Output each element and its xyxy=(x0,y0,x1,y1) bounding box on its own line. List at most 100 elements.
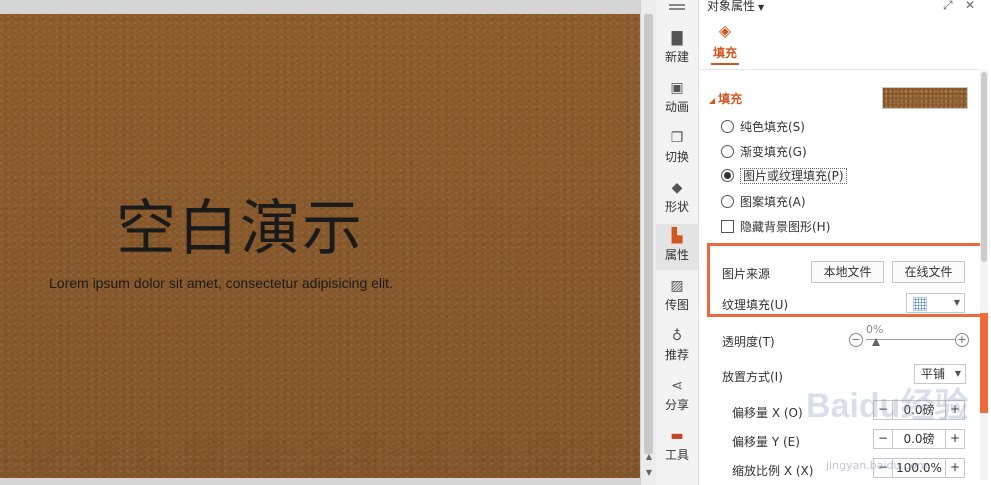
checkbox-hide-background[interactable]: 隐藏背景图形(H) xyxy=(721,218,830,235)
radio-label: 纯色填充(S) xyxy=(740,120,805,134)
radio-label: 渐变填充(G) xyxy=(740,145,807,159)
online-file-button[interactable]: 在线文件 xyxy=(892,261,965,283)
properties-icon: ▙ xyxy=(671,228,683,244)
scroll-down-arrow-icon[interactable]: ▼ xyxy=(641,468,657,477)
image-source-label: 图片来源 xyxy=(722,267,771,281)
toolbar-item-recommend[interactable]: ♁ 推荐 xyxy=(656,324,698,370)
panel-title-dropdown[interactable]: 对象属性 ▼ xyxy=(707,0,764,14)
placement-value: 平铺 xyxy=(921,367,946,381)
paint-bucket-icon: ◈ xyxy=(718,21,732,40)
panel-title: 对象属性 xyxy=(707,0,756,13)
fill-preview-swatch[interactable] xyxy=(882,87,968,109)
toolbox-icon: ▬ xyxy=(670,428,684,444)
highlight-annotation-edge xyxy=(980,313,988,413)
offset-y-value[interactable]: 0.0磅 xyxy=(894,430,944,448)
chevron-down-icon: ▼ xyxy=(953,298,960,307)
radio-button[interactable] xyxy=(721,195,734,208)
local-file-button[interactable]: 本地文件 xyxy=(811,261,884,283)
shape-icon: ◆ xyxy=(671,180,683,196)
radio-label: 图片或纹理填充(P) xyxy=(740,168,847,184)
texture-fill-dropdown[interactable]: ▼ xyxy=(906,293,965,313)
object-properties-panel: 对象属性 ▼ ⤢ ✕ ◈ 填充 ◢ 填充 纯色填充(S) 渐变填充(G) 图片或纹理… xyxy=(699,0,991,485)
transparency-label: 透明度(T) xyxy=(722,335,775,349)
panel-scrollbar[interactable] xyxy=(980,70,988,480)
close-icon[interactable]: ✕ xyxy=(965,0,975,12)
offset-x-value[interactable]: 0.0磅 xyxy=(894,401,944,419)
radio-picture-texture-fill[interactable]: 图片或纹理填充(P) xyxy=(721,167,847,184)
divider xyxy=(699,69,979,70)
texture-fill-label: 纹理填充(U) xyxy=(722,298,789,312)
toolbar-item-animation[interactable]: ▣ 动画 xyxy=(656,76,698,122)
scale-x-value[interactable]: 100.0% xyxy=(894,459,944,477)
slide-subtitle[interactable]: Lorem ipsum dolor sit amet, consectetur … xyxy=(49,275,393,291)
decrement-button[interactable]: − xyxy=(874,430,893,448)
transparency-value: 0% xyxy=(866,323,884,336)
toolbar-item-properties[interactable]: ▙ 属性 xyxy=(656,224,698,270)
placement-label: 放置方式(I) xyxy=(722,370,783,384)
slide-title[interactable]: 空白演示 xyxy=(116,180,364,267)
placement-dropdown[interactable]: 平铺 ▼ xyxy=(914,364,966,384)
chevron-down-icon: ▼ xyxy=(758,3,765,12)
scale-x-stepper[interactable]: − 100.0% + xyxy=(873,458,965,478)
radio-pattern-fill[interactable]: 图案填充(A) xyxy=(721,193,806,210)
plus-circle-icon[interactable]: + xyxy=(955,333,969,347)
slide[interactable]: 空白演示 Lorem ipsum dolor sit amet, consect… xyxy=(0,14,640,478)
toolbar-item-transition[interactable]: ❐ 切换 xyxy=(656,126,698,172)
toolbar-label: 工具 xyxy=(664,448,689,462)
side-toolbar: ▇ 新建 ▣ 动画 ❐ 切换 ◆ 形状 ▙ 属性 ▨ 传图 ♁ 推荐 ⋖ 分享 … xyxy=(656,0,699,485)
toolbar-item-new[interactable]: ▇ 新建 xyxy=(656,26,698,72)
offset-x-label: 偏移量 X (O) xyxy=(732,406,803,420)
collapse-triangle-icon: ◢ xyxy=(709,96,716,105)
canvas-scrollbar-thumb[interactable] xyxy=(644,14,653,454)
offset-y-label: 偏移量 Y (E) xyxy=(732,435,800,449)
panel-scrollbar-thumb[interactable] xyxy=(981,72,987,262)
toolbar-collapse-icon[interactable] xyxy=(669,4,685,6)
toolbar-item-tools[interactable]: ▬ 工具 xyxy=(656,424,698,470)
slide-canvas-area: 空白演示 Lorem ipsum dolor sit amet, consect… xyxy=(0,0,640,485)
toolbar-label: 推荐 xyxy=(664,348,689,362)
scroll-up-arrow-icon[interactable]: ▲ xyxy=(641,452,657,461)
radio-gradient-fill[interactable]: 渐变填充(G) xyxy=(721,143,807,160)
decrement-button[interactable]: − xyxy=(874,401,893,419)
toolbar-label: 形状 xyxy=(664,200,689,214)
scale-x-label: 缩放比例 X (X) xyxy=(732,464,814,478)
new-file-icon: ▇ xyxy=(671,30,683,46)
tab-fill-label: 填充 xyxy=(712,46,737,60)
texture-pattern-icon xyxy=(913,297,927,311)
transition-icon: ❐ xyxy=(670,130,684,146)
toolbar-item-shape[interactable]: ◆ 形状 xyxy=(656,176,698,222)
offset-x-stepper[interactable]: − 0.0磅 + xyxy=(873,400,965,420)
toolbar-label: 分享 xyxy=(664,398,689,412)
increment-button[interactable]: + xyxy=(945,459,964,477)
radio-label: 图案填充(A) xyxy=(740,195,806,209)
toolbar-label: 切换 xyxy=(664,150,689,164)
checkbox-label: 隐藏背景图形(H) xyxy=(740,220,831,234)
toolbar-label: 传图 xyxy=(664,298,689,312)
checkbox[interactable] xyxy=(721,220,734,233)
chevron-down-icon: ▼ xyxy=(954,369,961,378)
maximize-icon[interactable]: ⤢ xyxy=(943,0,953,13)
radio-button[interactable] xyxy=(721,145,734,158)
recommend-icon: ♁ xyxy=(671,328,683,344)
radio-button-checked[interactable] xyxy=(721,169,734,182)
canvas-scrollbar[interactable]: ▲ ▼ xyxy=(640,0,657,485)
toolbar-item-share[interactable]: ⋖ 分享 xyxy=(656,374,698,420)
toolbar-label: 动画 xyxy=(664,100,689,114)
animation-icon: ▣ xyxy=(670,80,684,96)
increment-button[interactable]: + xyxy=(945,401,964,419)
offset-y-stepper[interactable]: − 0.0磅 + xyxy=(873,429,965,449)
upload-image-icon: ▨ xyxy=(670,278,684,294)
radio-button[interactable] xyxy=(721,120,734,133)
radio-solid-fill[interactable]: 纯色填充(S) xyxy=(721,118,805,135)
minus-circle-icon[interactable]: − xyxy=(849,333,863,347)
fill-section-toggle[interactable]: ◢ 填充 xyxy=(709,90,742,107)
increment-button[interactable]: + xyxy=(945,430,964,448)
transparency-slider-thumb[interactable] xyxy=(872,338,880,346)
toolbar-label: 属性 xyxy=(664,248,689,262)
decrement-button[interactable]: − xyxy=(874,459,893,477)
toolbar-item-upload-image[interactable]: ▨ 传图 xyxy=(656,274,698,320)
tab-underline xyxy=(711,63,739,65)
tab-fill[interactable]: ◈ 填充 xyxy=(711,22,739,65)
section-title: 填充 xyxy=(718,92,743,106)
toolbar-label: 新建 xyxy=(664,50,689,64)
